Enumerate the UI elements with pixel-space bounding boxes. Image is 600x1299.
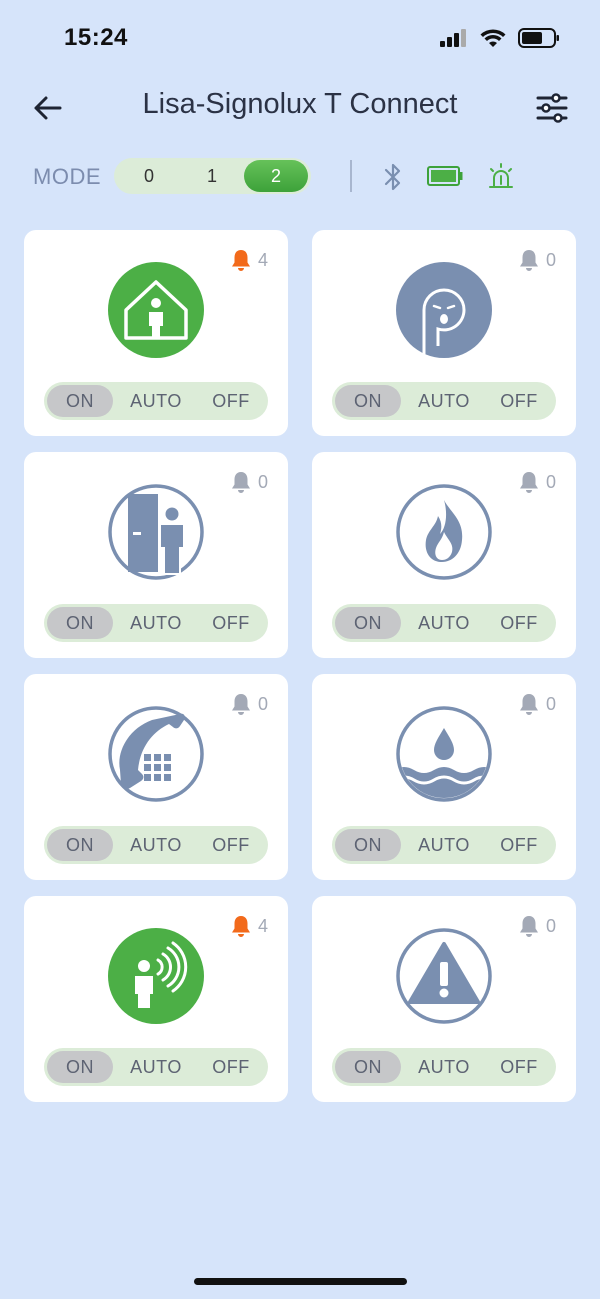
sensor-card-home: 4 ON AUTO OFF xyxy=(24,230,288,436)
state-on-option[interactable]: ON xyxy=(47,1051,113,1083)
state-off-option[interactable]: OFF xyxy=(486,607,552,639)
baby-crying-icon[interactable] xyxy=(394,260,494,360)
telephone-icon[interactable] xyxy=(106,704,206,804)
bell-icon xyxy=(519,250,538,271)
bell-icon xyxy=(231,472,250,493)
mode-option-2[interactable]: 2 xyxy=(244,160,308,192)
alert-count: 0 xyxy=(545,915,556,936)
alert-badge: 4 xyxy=(230,914,268,938)
state-selector: ON AUTO OFF xyxy=(332,826,556,864)
sensor-card-voice: 4 ON AUTO OFF xyxy=(24,896,288,1102)
fire-icon[interactable] xyxy=(394,482,494,582)
alert-count: 0 xyxy=(545,471,556,492)
state-selector: ON AUTO OFF xyxy=(44,604,268,642)
state-on-option[interactable]: ON xyxy=(335,829,401,861)
warning-triangle-icon[interactable] xyxy=(394,926,494,1026)
state-auto-option[interactable]: AUTO xyxy=(120,829,192,861)
bell-icon xyxy=(231,250,250,271)
alert-badge: 0 xyxy=(230,470,268,494)
home-indicator[interactable] xyxy=(194,1278,407,1285)
state-auto-option[interactable]: AUTO xyxy=(120,1051,192,1083)
wifi-icon xyxy=(480,29,506,47)
state-off-option[interactable]: OFF xyxy=(198,385,264,417)
bluetooth-icon[interactable] xyxy=(381,162,405,192)
alert-count: 0 xyxy=(257,471,268,492)
alert-count: 0 xyxy=(257,693,268,714)
state-selector: ON AUTO OFF xyxy=(332,1048,556,1086)
status-bar: 15:24 xyxy=(0,0,600,80)
state-off-option[interactable]: OFF xyxy=(198,1051,264,1083)
siren-beacon-icon xyxy=(489,163,513,188)
voice-person-icon[interactable] xyxy=(106,926,206,1026)
state-off-option[interactable]: OFF xyxy=(486,385,552,417)
alert-count: 0 xyxy=(545,249,556,270)
state-auto-option[interactable]: AUTO xyxy=(120,607,192,639)
status-time: 15:24 xyxy=(64,24,128,51)
battery-status-icon xyxy=(518,28,559,48)
alert-count: 0 xyxy=(545,693,556,714)
state-auto-option[interactable]: AUTO xyxy=(408,385,480,417)
home-person-icon[interactable] xyxy=(106,260,206,360)
state-on-option[interactable]: ON xyxy=(335,385,401,417)
header: Lisa-Signolux T Connect xyxy=(0,80,600,136)
state-selector: ON AUTO OFF xyxy=(44,382,268,420)
battery-full-icon xyxy=(427,166,463,186)
state-off-option[interactable]: OFF xyxy=(198,829,264,861)
alert-badge: 0 xyxy=(518,470,556,494)
sensor-card-water: 0 ON AUTO OFF xyxy=(312,674,576,880)
state-off-option[interactable]: OFF xyxy=(486,1051,552,1083)
state-on-option[interactable]: ON xyxy=(47,607,113,639)
state-auto-option[interactable]: AUTO xyxy=(408,1051,480,1083)
alert-count: 4 xyxy=(257,915,268,936)
state-on-option[interactable]: ON xyxy=(335,607,401,639)
state-auto-option[interactable]: AUTO xyxy=(408,607,480,639)
mode-row: MODE 0 1 2 xyxy=(0,158,600,196)
alert-badge: 4 xyxy=(230,248,268,272)
bell-icon xyxy=(231,916,250,937)
mode-divider xyxy=(350,160,352,192)
state-off-option[interactable]: OFF xyxy=(486,829,552,861)
mode-label: MODE xyxy=(33,164,101,189)
state-on-option[interactable]: ON xyxy=(47,385,113,417)
state-on-option[interactable]: ON xyxy=(47,829,113,861)
state-off-option[interactable]: OFF xyxy=(198,607,264,639)
alert-badge: 0 xyxy=(518,692,556,716)
bell-icon xyxy=(519,472,538,493)
state-selector: ON AUTO OFF xyxy=(44,826,268,864)
sliders-settings-icon[interactable] xyxy=(534,90,570,126)
mode-selector: 0 1 2 xyxy=(114,158,311,194)
alert-count: 4 xyxy=(257,249,268,270)
sensor-card-telephone: 0 ON AUTO OFF xyxy=(24,674,288,880)
state-on-option[interactable]: ON xyxy=(335,1051,401,1083)
bell-icon xyxy=(519,694,538,715)
state-auto-option[interactable]: AUTO xyxy=(408,829,480,861)
sensor-card-warning: 0 ON AUTO OFF xyxy=(312,896,576,1102)
state-selector: ON AUTO OFF xyxy=(332,382,556,420)
water-drop-icon[interactable] xyxy=(394,704,494,804)
mode-option-0[interactable]: 0 xyxy=(117,160,181,192)
state-selector: ON AUTO OFF xyxy=(44,1048,268,1086)
sensor-card-baby: 0 ON AUTO OFF xyxy=(312,230,576,436)
page-title: Lisa-Signolux T Connect xyxy=(142,88,458,120)
bell-icon xyxy=(519,916,538,937)
alert-badge: 0 xyxy=(518,914,556,938)
cellular-signal-icon xyxy=(440,29,466,47)
alert-badge: 0 xyxy=(518,248,556,272)
doorbell-person-icon[interactable] xyxy=(106,482,206,582)
state-auto-option[interactable]: AUTO xyxy=(120,385,192,417)
sensor-card-door: 0 ON AUTO OFF xyxy=(24,452,288,658)
bell-icon xyxy=(231,694,250,715)
alert-badge: 0 xyxy=(230,692,268,716)
state-selector: ON AUTO OFF xyxy=(332,604,556,642)
sensor-card-fire: 0 ON AUTO OFF xyxy=(312,452,576,658)
status-icons xyxy=(440,28,560,48)
mode-option-1[interactable]: 1 xyxy=(180,160,244,192)
